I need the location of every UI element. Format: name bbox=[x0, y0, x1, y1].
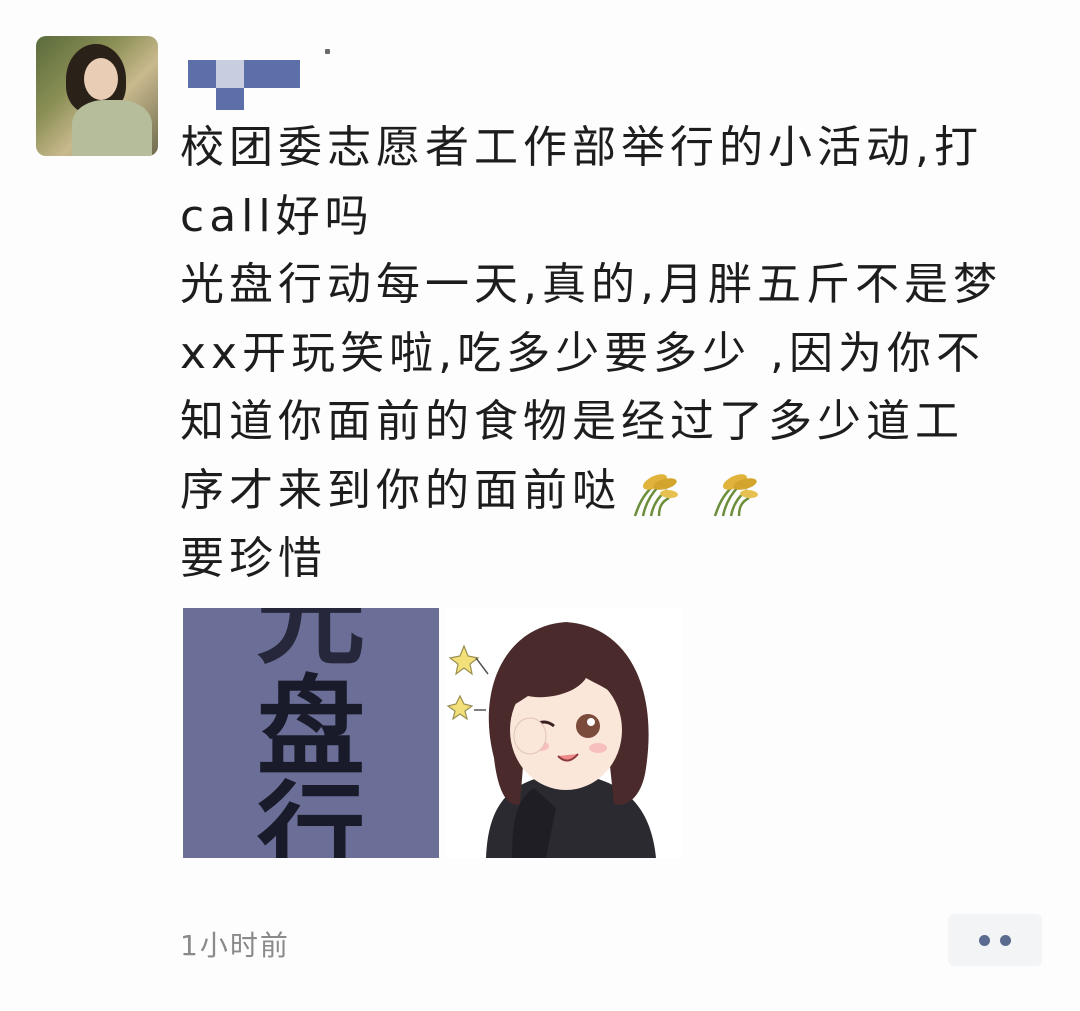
post-timestamp: 1小时前 bbox=[180, 929, 290, 962]
post-text-line-with-emoji: 序才来到你的面前哒 bbox=[180, 457, 1040, 526]
post-image-anime-girl[interactable] bbox=[446, 608, 682, 858]
avatar-face bbox=[84, 58, 118, 100]
post-text-line: 要珍惜 bbox=[180, 533, 327, 584]
more-dot-icon bbox=[1000, 935, 1011, 946]
post-text-line: 校团委志愿者工作部举行的小活动,打 bbox=[180, 122, 983, 173]
post-text-line: xx开玩笑啦,吃多少要多少 ,因为你不 bbox=[180, 327, 986, 379]
rice-icon bbox=[633, 473, 678, 516]
post-text-line: 序才来到你的面前哒 bbox=[180, 464, 621, 516]
post-text-line: 知道你面前的食物是经过了多少道工 bbox=[180, 396, 964, 447]
mosaic-block bbox=[188, 60, 216, 88]
avatar[interactable] bbox=[36, 36, 158, 156]
post-text-line: 光盘行动每一天,真的,月胖五斤不是梦 bbox=[180, 259, 1002, 310]
post-image-handwriting[interactable]: 光 盘 行 bbox=[183, 608, 439, 858]
username-dot bbox=[325, 49, 330, 54]
mosaic-block bbox=[244, 60, 300, 88]
rice-icon bbox=[713, 473, 758, 516]
photo-char: 盘 bbox=[256, 665, 366, 791]
username-mosaic[interactable] bbox=[188, 60, 300, 110]
photo-char: 光 bbox=[256, 608, 366, 679]
mosaic-block bbox=[216, 88, 244, 110]
photo-char: 行 bbox=[256, 771, 366, 858]
anime-girl-illustration bbox=[446, 622, 656, 858]
avatar-body bbox=[72, 100, 152, 156]
post-text: 校团委志愿者工作部举行的小活动,打 call好吗 光盘行动每一天,真的,月胖五斤… bbox=[180, 114, 1040, 594]
mosaic-block bbox=[216, 60, 244, 88]
moments-post: 校团委志愿者工作部举行的小活动,打 call好吗 光盘行动每一天,真的,月胖五斤… bbox=[0, 0, 1080, 1011]
more-dot-icon bbox=[979, 935, 990, 946]
post-text-line: call好吗 bbox=[180, 190, 374, 242]
more-actions-button[interactable] bbox=[948, 914, 1042, 966]
